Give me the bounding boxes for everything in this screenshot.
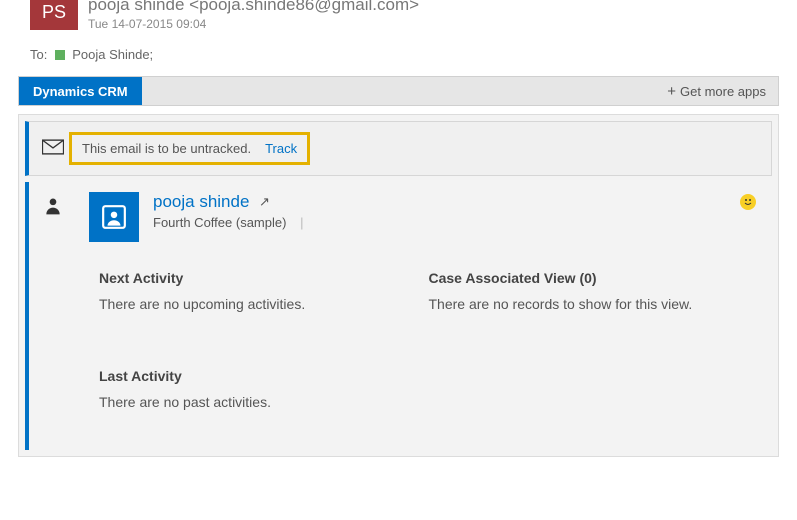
smiley-icon[interactable] (740, 194, 756, 210)
sender-display: pooja shinde <pooja.shinde86@gmail.com> (88, 0, 419, 13)
get-more-apps-label: Get more apps (680, 84, 766, 99)
last-activity-body: There are no past activities. (99, 394, 758, 410)
case-view-body: There are no records to show for this vi… (429, 296, 739, 312)
contact-name[interactable]: pooja shinde (153, 192, 249, 211)
sender-initials: PS (42, 2, 66, 23)
next-activity-body: There are no upcoming activities. (99, 296, 409, 312)
contact-tile-icon (89, 192, 139, 242)
email-timestamp: Tue 14-07-2015 09:04 (88, 17, 419, 31)
tracking-message-bar: This email is to be untracked. Track (25, 121, 772, 176)
track-link[interactable]: Track (265, 141, 297, 156)
get-more-apps-button[interactable]: + Get more apps (667, 77, 778, 105)
popout-icon[interactable]: ↗ (259, 194, 270, 209)
sender-avatar: PS (30, 0, 78, 30)
contact-company: Fourth Coffee (sample) (153, 215, 286, 230)
person-icon (43, 192, 69, 219)
contact-card: pooja shinde ↗ Fourth Coffee (sample) | … (25, 182, 772, 450)
tab-dynamics-crm[interactable]: Dynamics CRM (19, 77, 142, 105)
tracking-highlight: This email is to be untracked. Track (69, 132, 310, 165)
app-tabbar: Dynamics CRM + Get more apps (18, 76, 779, 106)
last-activity-title: Last Activity (99, 368, 758, 384)
to-label: To: (30, 47, 47, 62)
presence-icon (55, 50, 65, 60)
divider: | (300, 215, 303, 230)
tab-label: Dynamics CRM (33, 84, 128, 99)
to-recipients: Pooja Shinde; (72, 47, 153, 62)
next-activity-title: Next Activity (99, 270, 409, 286)
mail-icon (37, 139, 69, 158)
plus-icon: + (667, 83, 676, 100)
case-view-title: Case Associated View (0) (429, 270, 739, 286)
tracking-message-text: This email is to be untracked. (82, 141, 251, 156)
